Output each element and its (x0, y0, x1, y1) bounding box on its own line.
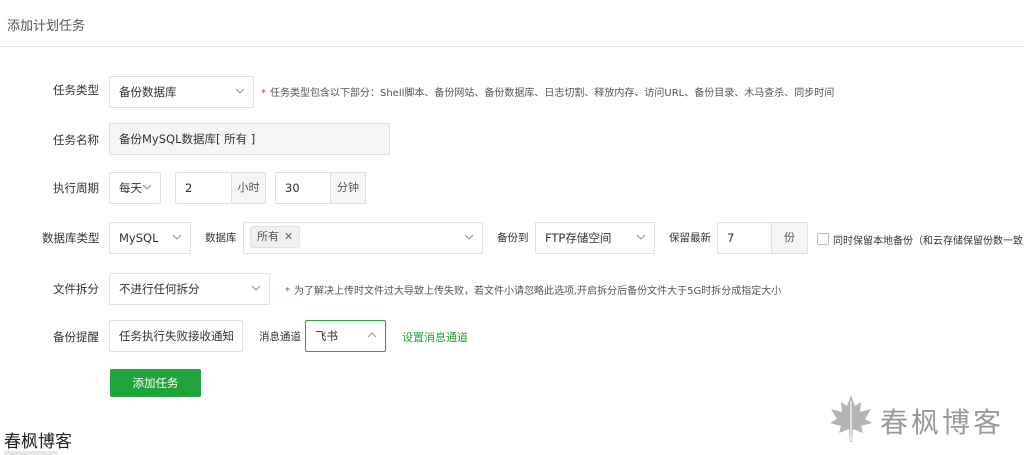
notify-value: 任务执行失败接收通知 (119, 329, 234, 343)
page-title: 添加计划任务 (7, 19, 86, 34)
required-star: * (285, 286, 290, 297)
maple-leaf-icon (830, 395, 872, 442)
close-icon[interactable]: ✕ (284, 230, 293, 243)
keep-local-checkbox[interactable] (817, 233, 829, 245)
chevron-down-icon (224, 321, 234, 351)
chevron-down-icon (464, 223, 474, 253)
backup-to-value: FTP存储空间 (545, 231, 612, 245)
notify-label: 备份提醒 (53, 330, 99, 344)
db-tag-label: 所有 (257, 230, 279, 243)
task-name-value: 备份MySQL数据库[ 所有 ] (119, 132, 256, 146)
db-tag: 所有 ✕ (250, 226, 301, 248)
notify-select[interactable]: 任务执行失败接收通知 (109, 320, 243, 352)
task-type-label: 任务类型 (53, 83, 99, 97)
task-type-hint: * 任务类型包含以下部分：Shell脚本、备份网站、备份数据库、日志切割、释放内存… (261, 88, 835, 99)
keep-unit: 份 (772, 222, 808, 254)
keep-value: 7 (727, 231, 735, 245)
keep-label: 保留最新 (669, 232, 711, 244)
chevron-down-icon (172, 223, 182, 253)
chevron-up-icon (367, 321, 377, 351)
db-label: 数据库 (205, 232, 237, 244)
keep-local-label: 同时保留本地备份（和云存储保留份数一致） (833, 236, 1024, 247)
split-hint: * 为了解决上传时文件过大导致上传失败，若文件小请忽略此选项,开启拆分后备份文件大… (285, 286, 782, 297)
chevron-down-icon (251, 274, 261, 304)
chevron-down-icon (636, 223, 646, 253)
hour-input[interactable]: 2 (175, 172, 232, 204)
watermark-text-right: 春枫博客 (880, 406, 1005, 439)
channel-select[interactable]: 飞书 (305, 320, 386, 352)
page-header: 添加计划任务 (0, 0, 1024, 47)
db-type-value: MySQL (119, 231, 159, 245)
hour-value: 2 (185, 181, 193, 195)
channel-value: 飞书 (315, 329, 338, 343)
chevron-down-icon (142, 173, 152, 203)
split-label: 文件拆分 (53, 282, 99, 296)
backup-to-select[interactable]: FTP存储空间 (535, 222, 655, 254)
chevron-down-icon (235, 77, 245, 107)
split-value: 不进行任何拆分 (119, 282, 200, 296)
required-star: * (261, 88, 266, 99)
channel-label: 消息通道 (259, 331, 301, 343)
split-select[interactable]: 不进行任何拆分 (109, 273, 270, 305)
task-type-select[interactable]: 备份数据库 (109, 76, 254, 108)
db-type-label: 数据库类型 (42, 231, 100, 245)
frequency-select[interactable]: 每天 (109, 172, 161, 204)
task-name-input[interactable]: 备份MySQL数据库[ 所有 ] (109, 123, 390, 155)
period-label: 执行周期 (53, 181, 99, 195)
minute-value: 30 (285, 181, 300, 195)
watermark-text-left: 春枫博客 (4, 432, 72, 452)
setup-channel-link[interactable]: 设置消息通道 (402, 329, 468, 345)
minute-input[interactable]: 30 (275, 172, 331, 204)
task-name-label: 任务名称 (53, 133, 99, 147)
db-type-select[interactable]: MySQL (109, 222, 191, 254)
watermark-bar (4, 451, 58, 455)
backup-to-label: 备份到 (497, 232, 529, 244)
keep-input[interactable]: 7 (717, 222, 772, 254)
minute-unit: 分钟 (331, 172, 366, 204)
watermark-logo: 春枫博客 (828, 393, 1018, 443)
add-task-button[interactable]: 添加任务 (110, 369, 201, 397)
frequency-value: 每天 (119, 181, 142, 195)
task-type-value: 备份数据库 (119, 85, 177, 99)
hour-unit: 小时 (232, 172, 266, 204)
